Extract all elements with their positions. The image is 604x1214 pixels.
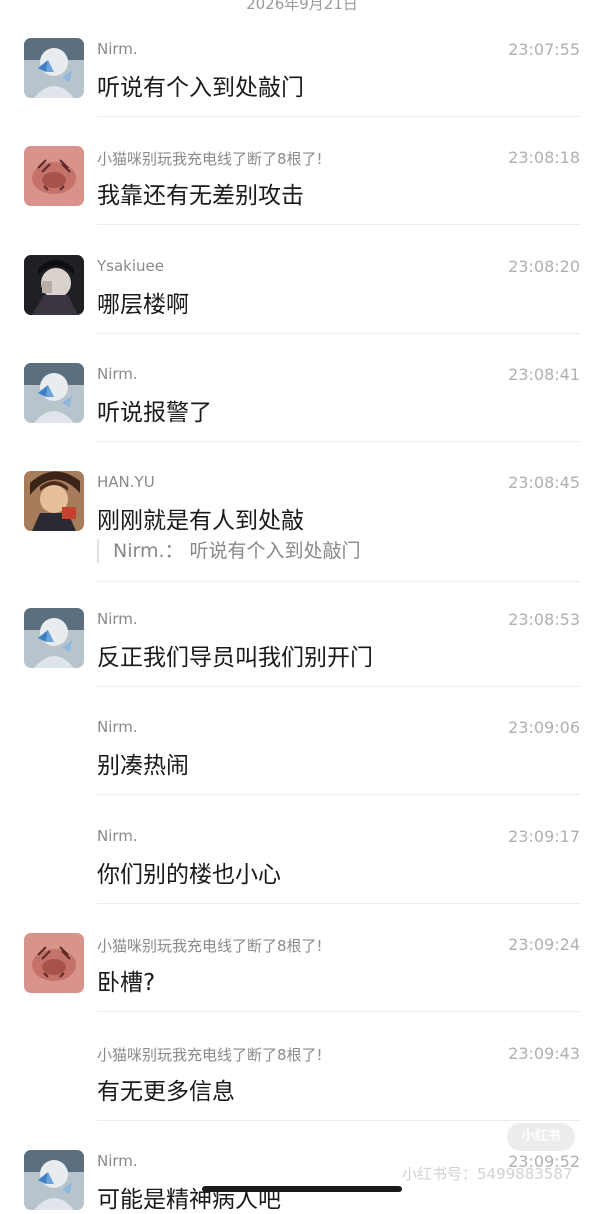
date-header: 2026年9月21日: [246, 0, 358, 13]
divider: [97, 116, 580, 117]
cat-avatar[interactable]: [24, 146, 84, 206]
divider: [97, 581, 580, 582]
message-time: 23:08:53: [508, 610, 580, 629]
sender-name: 小猫咪别玩我充电线了断了8根了!: [97, 937, 323, 955]
divider: [97, 224, 580, 225]
divider: [97, 333, 580, 334]
sender-name: 小猫咪别玩我充电线了断了8根了!: [97, 150, 323, 168]
nirm-avatar[interactable]: [24, 608, 84, 668]
message-text: 反正我们导员叫我们别开门: [97, 645, 373, 671]
sender-name: Nirm.: [97, 610, 138, 628]
message-text: 刚刚就是有人到处敲: [97, 508, 304, 534]
hanyu-avatar[interactable]: [24, 471, 84, 531]
message-time: 23:09:17: [508, 827, 580, 846]
sender-name: HAN.YU: [97, 473, 155, 491]
message-time: 23:07:55: [508, 40, 580, 59]
sender-name: 小猫咪别玩我充电线了断了8根了!: [97, 1046, 323, 1064]
sender-name: Nirm.: [97, 365, 138, 383]
message-text: 有无更多信息: [97, 1079, 235, 1105]
message-text: 听说有个入到处敲门: [97, 75, 304, 101]
message-time: 23:08:20: [508, 257, 580, 276]
divider: [97, 794, 580, 795]
message-time: 23:09:24: [508, 935, 580, 954]
divider: [97, 903, 580, 904]
home-indicator[interactable]: [202, 1186, 402, 1192]
divider: [97, 1011, 580, 1012]
message-text: 我靠还有无差别攻击: [97, 183, 304, 209]
quoted-reply[interactable]: Nirm.： 听说有个入到处敲门: [97, 539, 361, 563]
nirm-avatar[interactable]: [24, 1150, 84, 1210]
sender-name: Nirm.: [97, 827, 138, 845]
message-text: 哪层楼啊: [97, 292, 189, 318]
divider: [97, 1120, 580, 1121]
sender-name: Ysakiuee: [97, 257, 164, 275]
message-time: 23:08:41: [508, 365, 580, 384]
ysakiuee-avatar[interactable]: [24, 255, 84, 315]
message-text: 卧槽?: [97, 970, 156, 996]
watermark-logo: 小红书: [507, 1123, 575, 1151]
divider: [97, 441, 580, 442]
message-time: 23:09:43: [508, 1044, 580, 1063]
sender-name: Nirm.: [97, 40, 138, 58]
sender-name: Nirm.: [97, 718, 138, 736]
nirm-avatar[interactable]: [24, 38, 84, 98]
message-time: 23:09:06: [508, 718, 580, 737]
watermark-id: 小红书号：5499883587: [402, 1165, 573, 1183]
sender-name: Nirm.: [97, 1152, 138, 1170]
message-time: 23:08:45: [508, 473, 580, 492]
cat-avatar[interactable]: [24, 933, 84, 993]
message-time: 23:08:18: [508, 148, 580, 167]
nirm-avatar[interactable]: [24, 363, 84, 423]
divider: [97, 686, 580, 687]
message-text: 别凑热闹: [97, 753, 189, 779]
message-text: 听说报警了: [97, 400, 212, 426]
message-text: 你们别的楼也小心: [97, 862, 281, 888]
